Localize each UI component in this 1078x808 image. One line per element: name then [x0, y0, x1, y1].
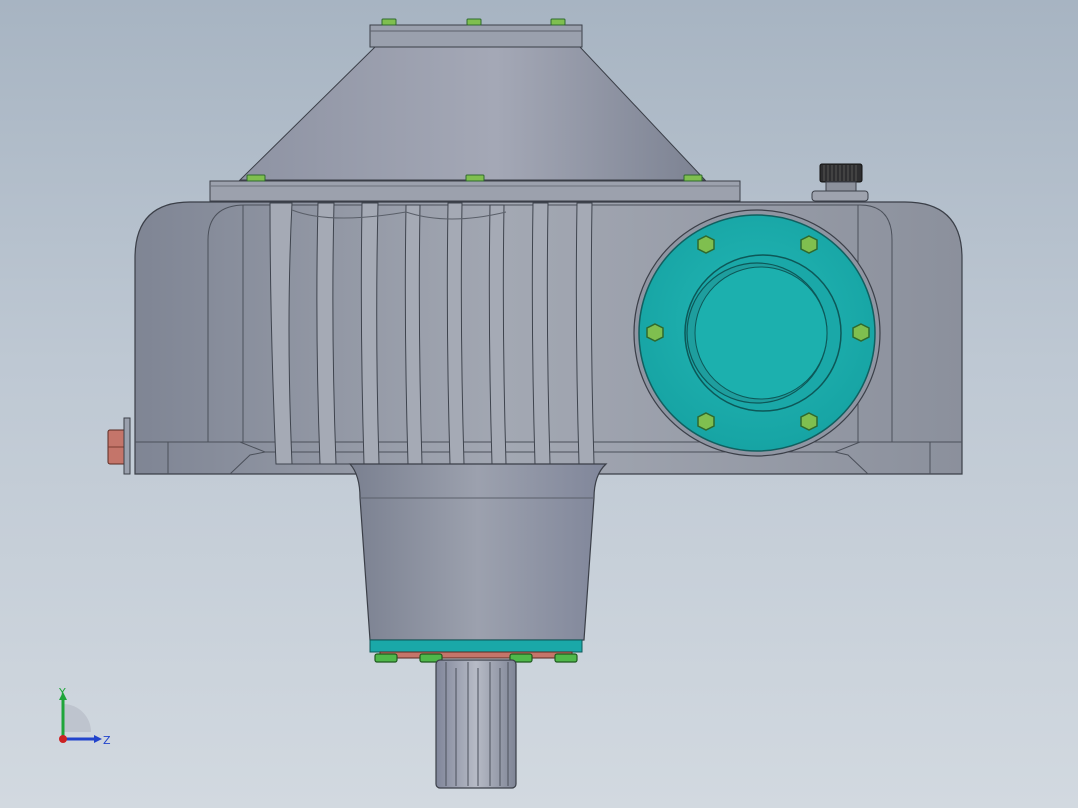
breather-knob: [811, 163, 869, 202]
cad-viewport[interactable]: Y Z: [0, 0, 1078, 808]
side-drain-bolt: [107, 417, 131, 475]
lower-housing: [348, 463, 608, 659]
x-axis-dot: [59, 735, 67, 743]
orientation-triad: Y Z: [58, 686, 111, 747]
output-shaft: [435, 659, 517, 789]
output-flange: [633, 209, 881, 457]
triad-plane: [63, 704, 91, 732]
y-axis-label: Y: [58, 686, 66, 699]
z-arrow-icon: [94, 735, 102, 743]
gearbox-model[interactable]: [0, 0, 1078, 808]
z-axis-label: Z: [103, 734, 111, 747]
